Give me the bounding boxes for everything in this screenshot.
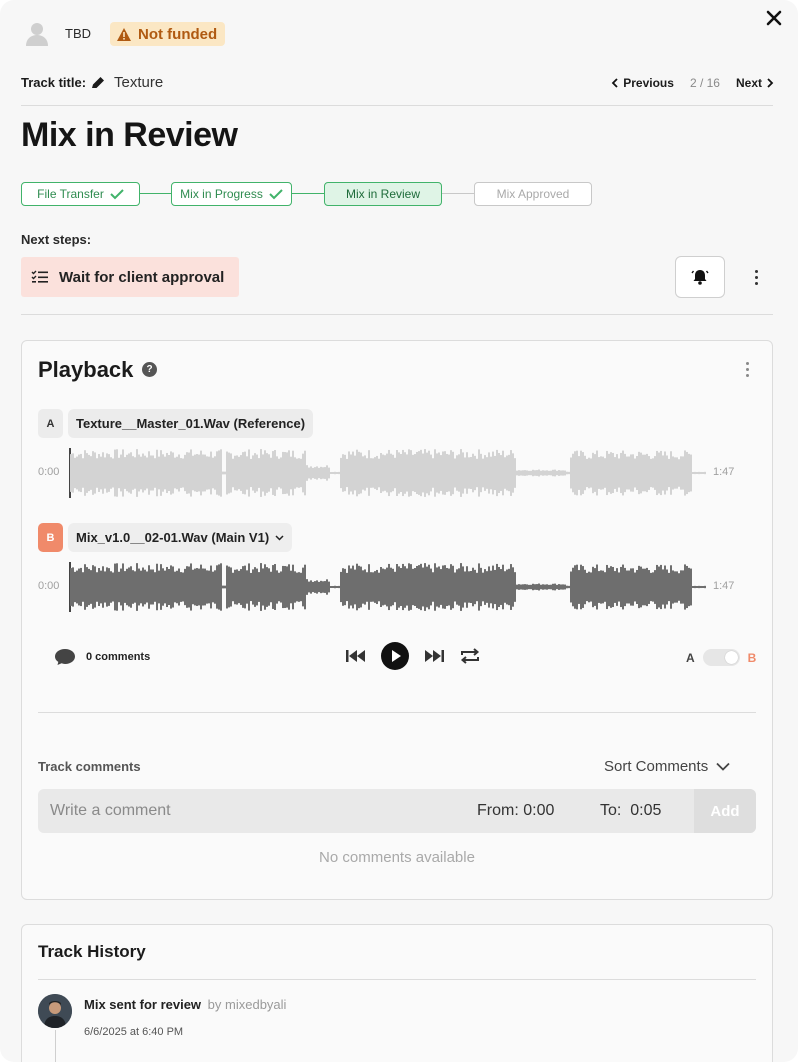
ab-a-label: A: [686, 650, 695, 665]
ab-toggle[interactable]: [702, 649, 740, 666]
check-icon: [110, 189, 124, 200]
user-avatar-icon: [24, 20, 50, 46]
funding-status-badge: Not funded: [110, 22, 226, 46]
track-title-label: Track title:: [21, 75, 87, 90]
step-connector: [292, 193, 324, 194]
to-label: To:: [600, 802, 622, 819]
comment-composer: Write a comment From: 0:00 To: 0:05 Add: [38, 789, 756, 833]
step-label: Mix in Progress: [180, 187, 263, 201]
divider: [21, 314, 773, 315]
step-label: Mix Approved: [496, 187, 570, 201]
sort-comments-label: Sort Comments: [604, 758, 709, 775]
divider: [38, 712, 756, 713]
history-timeline-line: [55, 1030, 56, 1062]
pencil-icon[interactable]: [90, 75, 106, 91]
artist-name: TBD: [65, 26, 91, 41]
track-a-file: Texture__Master_01.Wav (Reference): [68, 409, 314, 438]
chevron-left-icon: [611, 78, 618, 88]
to-time-field[interactable]: To: 0:05: [600, 802, 661, 820]
history-date: 6/6/2025 at 6:40 PM: [84, 1026, 184, 1038]
bell-ringing-icon: [691, 270, 709, 285]
track-b-waveform[interactable]: [70, 562, 706, 612]
track-comments-label: Track comments: [38, 759, 141, 774]
check-icon: [269, 189, 283, 200]
track-a-letter[interactable]: A: [38, 409, 63, 438]
chevron-right-icon: [767, 78, 774, 88]
next-step-text: Wait for client approval: [59, 268, 225, 286]
divider: [21, 105, 773, 106]
track-b-filename: Mix_v1.0__02-01.Wav (Main V1): [76, 530, 270, 545]
chevron-down-icon: [716, 762, 730, 771]
help-icon[interactable]: ?: [142, 362, 157, 377]
comment-input[interactable]: Write a comment: [50, 802, 171, 820]
track-b-version-select[interactable]: Mix_v1.0__02-01.Wav (Main V1): [68, 523, 293, 552]
next-label: Next: [735, 76, 762, 90]
playback-options-icon[interactable]: [746, 362, 749, 377]
track-a-start-time: 0:00: [38, 466, 60, 478]
track-a-filename: Texture__Master_01.Wav (Reference): [76, 416, 306, 431]
more-options-icon[interactable]: [755, 270, 758, 285]
next-button[interactable]: Next: [736, 76, 774, 90]
notify-button[interactable]: [675, 256, 725, 298]
track-b-end-time: 1:47: [713, 580, 735, 592]
history-entry: Mix sent for review by mixedbyali: [84, 997, 286, 1012]
step-mix-in-progress: Mix in Progress: [171, 182, 292, 206]
step-mix-in-review: Mix in Review: [324, 182, 442, 206]
previous-label: Previous: [623, 76, 674, 90]
track-detail-panel: TBD Not funded Track title: Texture Prev…: [0, 0, 798, 1062]
next-step-item: Wait for client approval: [21, 257, 239, 297]
funding-status-text: Not funded: [138, 25, 218, 43]
previous-button[interactable]: Previous: [611, 76, 674, 90]
close-button[interactable]: [762, 6, 786, 30]
pager-position: 2 / 16: [689, 76, 720, 90]
history-user-avatar: [38, 994, 72, 1028]
empty-comments-message: No comments available: [319, 849, 475, 866]
ab-b-label: B: [747, 650, 757, 665]
page-title: Mix in Review: [21, 116, 238, 154]
track-a-waveform[interactable]: [70, 448, 706, 498]
step-label: File Transfer: [37, 187, 104, 201]
step-connector: [442, 193, 474, 194]
skip-forward-icon[interactable]: [423, 648, 445, 664]
sort-comments-dropdown[interactable]: Sort Comments: [604, 758, 730, 775]
track-b-letter[interactable]: B: [38, 523, 63, 552]
from-value: 0:00: [523, 802, 555, 819]
step-connector: [140, 193, 171, 194]
transport-controls: [345, 642, 481, 670]
close-icon: [766, 10, 782, 26]
step-file-transfer: File Transfer: [21, 182, 140, 206]
next-steps-label: Next steps:: [21, 232, 92, 247]
track-b-start-time: 0:00: [38, 580, 60, 592]
playback-title: Playback: [38, 357, 134, 382]
track-title-value[interactable]: Texture: [114, 74, 163, 91]
ab-switch[interactable]: A B: [686, 649, 756, 666]
step-label: Mix in Review: [345, 187, 420, 201]
track-history-title: Track History: [38, 942, 146, 961]
track-a-end-time: 1:47: [713, 466, 735, 478]
comment-icon: [55, 649, 75, 665]
warning-icon: [117, 27, 131, 41]
comments-indicator[interactable]: 0 comments: [54, 648, 150, 666]
from-label: From:: [477, 802, 519, 819]
chevron-down-icon: [275, 534, 284, 541]
step-mix-approved: Mix Approved: [474, 182, 592, 206]
comments-count: 0 comments: [86, 651, 151, 663]
track-title-row: Track title: Texture: [21, 74, 163, 91]
track-pager: Previous 2 / 16 Next: [611, 76, 774, 90]
history-author: by mixedbyali: [207, 997, 287, 1012]
history-event: Mix sent for review: [84, 997, 202, 1012]
from-time-field[interactable]: From: 0:00: [477, 802, 554, 820]
divider: [38, 979, 756, 980]
repeat-icon[interactable]: [459, 647, 481, 665]
to-value: 0:05: [630, 802, 662, 819]
skip-back-icon[interactable]: [345, 648, 367, 664]
play-button[interactable]: [381, 642, 409, 670]
checklist-icon: [31, 270, 48, 283]
add-comment-button[interactable]: Add: [694, 789, 756, 833]
